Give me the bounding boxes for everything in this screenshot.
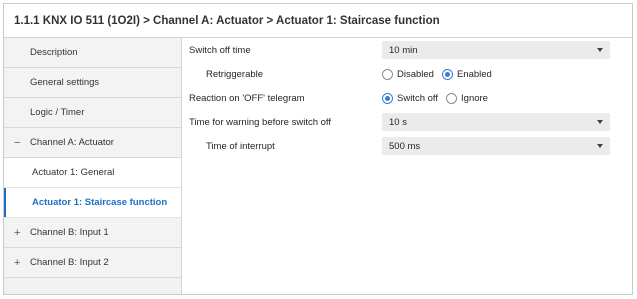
radio-label: Disabled	[397, 68, 434, 80]
sidebar-item-label: General settings	[30, 77, 100, 88]
sidebar-item-label: Channel B: Input 2	[30, 257, 109, 268]
sidebar-item-general-settings[interactable]: General settings	[4, 68, 181, 98]
param-row-switch-off-time: Switch off time 10 min	[183, 38, 632, 62]
expand-icon[interactable]: +	[14, 257, 30, 269]
radio-disabled[interactable]: Disabled	[382, 68, 434, 80]
chevron-down-icon	[597, 48, 603, 52]
radio-switch-off[interactable]: Switch off	[382, 92, 439, 104]
sidebar-item-label: Channel B: Input 1	[30, 227, 109, 238]
param-row-reaction-off: Reaction on 'OFF' telegram Switch off Ig…	[183, 86, 632, 110]
param-label: Reaction on 'OFF' telegram	[189, 92, 305, 104]
radio-enabled[interactable]: Enabled	[441, 68, 492, 80]
radio-ignore[interactable]: Ignore	[446, 92, 488, 104]
sidebar-item-description[interactable]: Description	[4, 38, 181, 68]
parameter-panel: Switch off time 10 min Retriggerable Dis…	[183, 38, 632, 294]
param-label: Time for warning before switch off	[189, 116, 332, 128]
expand-icon[interactable]: +	[14, 227, 30, 239]
param-label: Time of interrupt	[206, 140, 275, 152]
interrupt-time-dropdown[interactable]: 500 ms	[382, 137, 610, 155]
sidebar-item-actuator-1-staircase[interactable]: Actuator 1: Staircase function	[4, 188, 181, 218]
sidebar-item-channel-b-input-1[interactable]: + Channel B: Input 1	[4, 218, 181, 248]
param-row-warning-time: Time for warning before switch off 10 s	[183, 110, 632, 134]
sidebar-item-channel-b-input-2[interactable]: + Channel B: Input 2	[4, 248, 181, 278]
sidebar-item-label: Description	[30, 47, 78, 58]
radio-label: Switch off	[397, 92, 439, 104]
sidebar-item-logic-timer[interactable]: Logic / Timer	[4, 98, 181, 128]
param-label: Retriggerable	[206, 68, 264, 80]
radio-checked-icon	[382, 92, 393, 104]
dropdown-value: 10 s	[389, 116, 407, 128]
chevron-down-icon	[597, 120, 603, 124]
radio-unchecked-icon	[382, 68, 393, 80]
retriggerable-radio-group: Disabled Enabled	[382, 65, 610, 83]
sidebar-item-label: Actuator 1: General	[32, 167, 115, 178]
param-label: Switch off time	[189, 44, 251, 56]
breadcrumb-text: 1.1.1 KNX IO 511 (1O2I) > Channel A: Act…	[14, 14, 440, 27]
param-row-interrupt-time: Time of interrupt 500 ms	[183, 134, 632, 158]
sidebar-item-label: Channel A: Actuator	[30, 137, 114, 148]
dropdown-value: 10 min	[389, 44, 418, 56]
warning-time-dropdown[interactable]: 10 s	[382, 113, 610, 131]
switch-off-time-dropdown[interactable]: 10 min	[382, 41, 610, 59]
radio-unchecked-icon	[446, 92, 458, 104]
radio-label: Enabled	[456, 68, 492, 80]
reaction-off-radio-group: Switch off Ignore	[382, 89, 610, 107]
sidebar: Description General settings Logic / Tim…	[4, 38, 182, 294]
collapse-icon[interactable]: −	[14, 137, 30, 149]
sidebar-item-label: Logic / Timer	[30, 107, 85, 118]
parameter-window: 1.1.1 KNX IO 511 (1O2I) > Channel A: Act…	[3, 3, 633, 295]
chevron-down-icon	[597, 144, 603, 148]
radio-checked-icon	[441, 68, 453, 80]
breadcrumb: 1.1.1 KNX IO 511 (1O2I) > Channel A: Act…	[4, 4, 632, 38]
sidebar-item-label: Actuator 1: Staircase function	[32, 197, 168, 208]
dropdown-value: 500 ms	[389, 140, 421, 152]
sidebar-item-actuator-1-general[interactable]: Actuator 1: General	[4, 158, 181, 188]
radio-label: Ignore	[461, 92, 488, 104]
param-row-retriggerable: Retriggerable Disabled Enabled	[183, 62, 632, 86]
sidebar-item-channel-a[interactable]: − Channel A: Actuator	[4, 128, 181, 158]
